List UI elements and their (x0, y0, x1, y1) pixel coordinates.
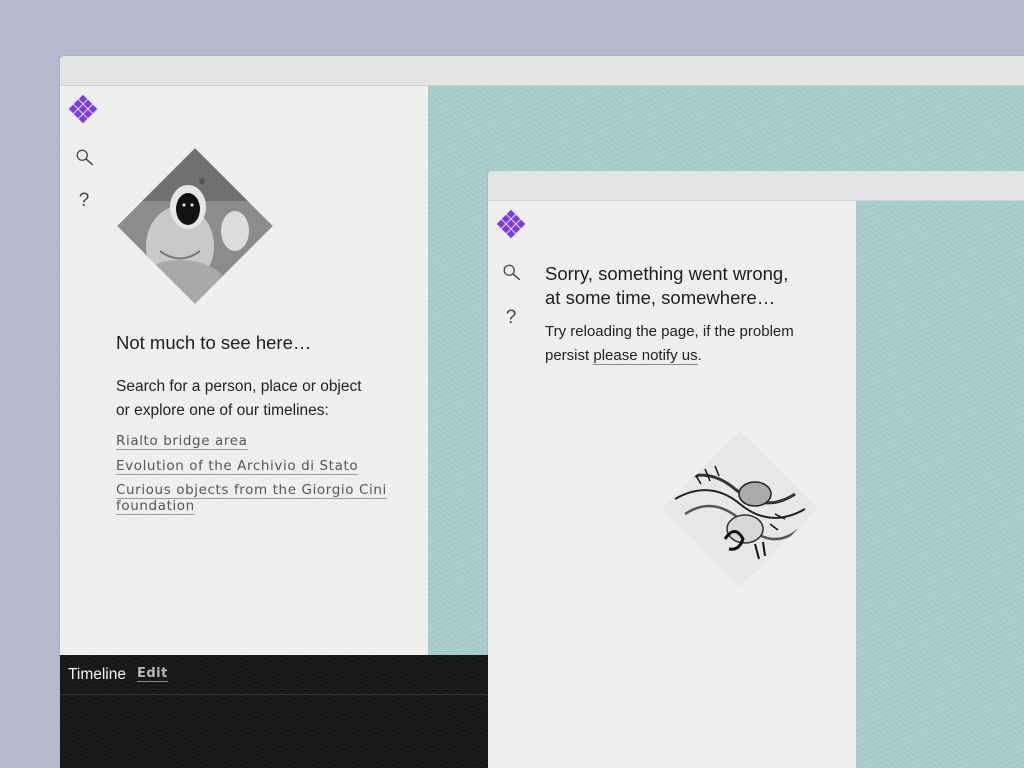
sidebar-panel: ? Not much to see here… Search for a per… (60, 86, 428, 656)
empty-state-heading: Not much to see here… (116, 332, 312, 353)
timeline-title: Timeline (68, 666, 126, 683)
timeline-header: Timeline Edit (60, 655, 490, 695)
portrait-thumbnail-image (117, 148, 273, 304)
browser-chrome-bar (60, 56, 1024, 86)
empty-state-body-line1: Search for a person, place or object (116, 378, 362, 395)
error-heading-line1: Sorry, something went wrong, (545, 263, 789, 284)
grid-diamond-logo-icon[interactable] (495, 208, 527, 240)
timeline-edit-button[interactable]: Edit (137, 666, 168, 682)
notify-us-link[interactable]: please notify us (593, 347, 698, 365)
grid-diamond-logo-icon[interactable] (67, 93, 99, 125)
help-icon[interactable]: ? (499, 305, 523, 329)
timeline-panel: Timeline Edit (60, 655, 490, 768)
error-body-line1: Try reloading the page, if the problem (545, 323, 794, 340)
timeline-link-archivio[interactable]: Evolution of the Archivio di Stato (116, 458, 359, 475)
timeline-link-rialto[interactable]: Rialto bridge area (116, 433, 248, 450)
error-heading-line2: at some time, somewhere… (545, 287, 776, 308)
error-body-line2: persist please notify us. (545, 344, 702, 368)
error-body-suffix: . (697, 347, 702, 364)
timeline-link-giorgio-cini-cont[interactable]: foundation (116, 498, 195, 515)
error-body-prefix: persist (545, 347, 594, 364)
teal-canvas (856, 201, 1024, 768)
empty-state-body-line2: or explore one of our timelines: (116, 402, 329, 419)
sidebar-panel: ? Sorry, something went wrong, at some t… (488, 201, 856, 768)
front-browser-window: ? Sorry, something went wrong, at some t… (488, 171, 1024, 768)
search-icon[interactable] (73, 146, 97, 170)
help-icon[interactable]: ? (72, 188, 96, 212)
search-icon[interactable] (500, 261, 524, 285)
engraving-thumbnail-image (662, 431, 818, 587)
timeline-link-giorgio-cini[interactable]: Curious objects from the Giorgio Cini (116, 482, 387, 499)
browser-chrome-bar (488, 171, 1024, 201)
